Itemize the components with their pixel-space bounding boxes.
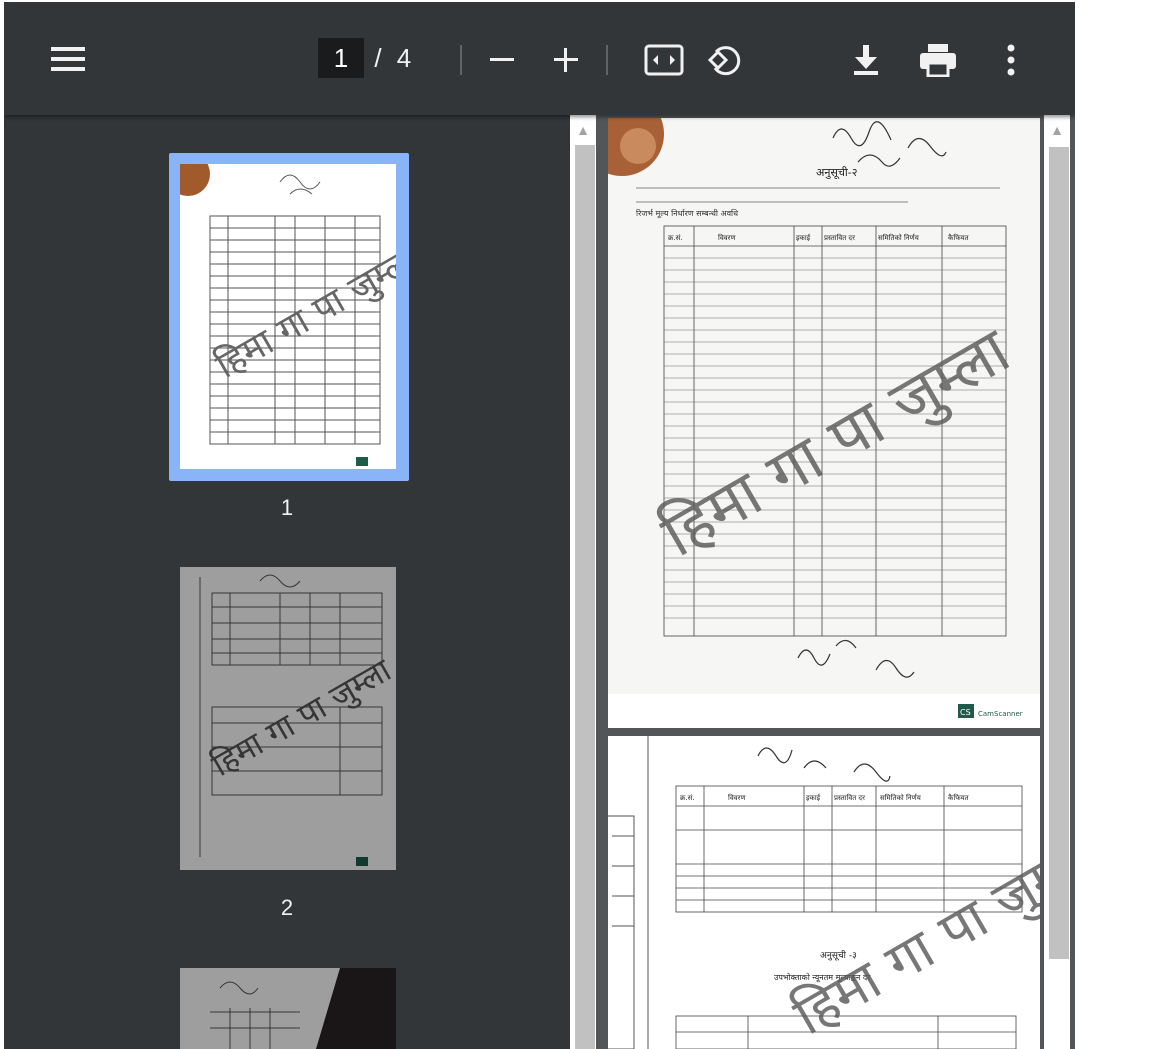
scroll-up-arrow-icon[interactable]: ▲	[570, 117, 596, 143]
page1-col-6: कैफियत	[948, 233, 970, 242]
thumbnail-label-1: 1	[280, 495, 294, 520]
more-options-button[interactable]	[986, 35, 1036, 85]
sidebar-scrollbar[interactable]: ▲	[570, 115, 596, 1049]
page1-heading: अनुसूची-२	[816, 166, 857, 180]
plus-icon	[554, 48, 578, 72]
pdf-viewer: 1 / 4 हिमा गा पा जुम्ला 1 हिमा गा पा जुम…	[4, 2, 1075, 1049]
sidebar-scroll-thumb[interactable]	[575, 145, 595, 1049]
document-scroll-thumb[interactable]	[1049, 147, 1069, 959]
thumbnail-page-3[interactable]	[180, 968, 396, 1049]
download-icon	[854, 45, 878, 75]
page2-col-3: इकाई	[806, 793, 821, 802]
print-button[interactable]	[913, 35, 963, 85]
page1-badge-text: CamScanner	[978, 710, 1023, 718]
fit-to-page-icon	[644, 44, 684, 76]
download-button[interactable]	[841, 35, 891, 85]
document-scrollbar[interactable]: ▲	[1044, 115, 1070, 1049]
thumbnail-sidebar: हिमा गा पा जुम्ला 1 हिमा गा पा जुम्ला 2	[4, 115, 570, 1049]
thumbnail-page-1[interactable]: हिमा गा पा जुम्ला	[180, 164, 396, 469]
rotate-button[interactable]	[701, 35, 751, 85]
page1-col-5: समितिको निर्णय	[878, 233, 920, 242]
document-view: अनुसूची-२ रिजर्भ मूल्य निर्धारण सम्बन्धी…	[604, 115, 1044, 1049]
page2-col-5: समितिको निर्णय	[880, 793, 922, 802]
page1-intro: रिजर्भ मूल्य निर्धारण सम्बन्धी अवधि	[636, 208, 739, 219]
toolbar-divider	[460, 45, 462, 75]
scroll-up-arrow-icon[interactable]: ▲	[1044, 117, 1070, 143]
current-page-input[interactable]: 1	[318, 38, 364, 78]
page2-col-6: कैफियत	[948, 793, 970, 802]
thumbnail-label-2: 2	[280, 895, 294, 920]
page1-badge: CS	[960, 708, 971, 717]
minus-icon	[490, 58, 514, 61]
page1-col-3: इकाई	[796, 233, 811, 242]
rotate-icon	[707, 46, 741, 76]
page1-col-1: क्र.सं.	[668, 234, 683, 242]
fit-to-page-button[interactable]	[639, 35, 689, 85]
toolbar-divider	[606, 45, 608, 75]
document-page-2: क्र.सं. विवरण इकाई प्रस्तावित दर समितिको…	[608, 736, 1040, 1049]
hamburger-menu-icon[interactable]	[44, 35, 92, 83]
thumbnail-page-2[interactable]: हिमा गा पा जुम्ला	[180, 567, 396, 870]
page-separator: /	[374, 42, 382, 73]
zoom-in-button[interactable]	[541, 35, 591, 85]
more-vertical-icon	[1007, 44, 1015, 76]
page2-col-1: क्र.सं.	[680, 794, 695, 802]
page1-col-2: विवरण	[718, 233, 736, 242]
print-icon	[920, 44, 956, 77]
page2-col-2: विवरण	[728, 793, 746, 802]
page2-col-4: प्रस्तावित दर	[834, 793, 865, 802]
total-pages: 4	[396, 42, 412, 73]
pdf-toolbar: 1 / 4	[4, 2, 1075, 115]
page1-col-4: प्रस्तावित दर	[824, 233, 855, 242]
document-page-1: अनुसूची-२ रिजर्भ मूल्य निर्धारण सम्बन्धी…	[608, 118, 1040, 728]
zoom-out-button[interactable]	[477, 35, 527, 85]
